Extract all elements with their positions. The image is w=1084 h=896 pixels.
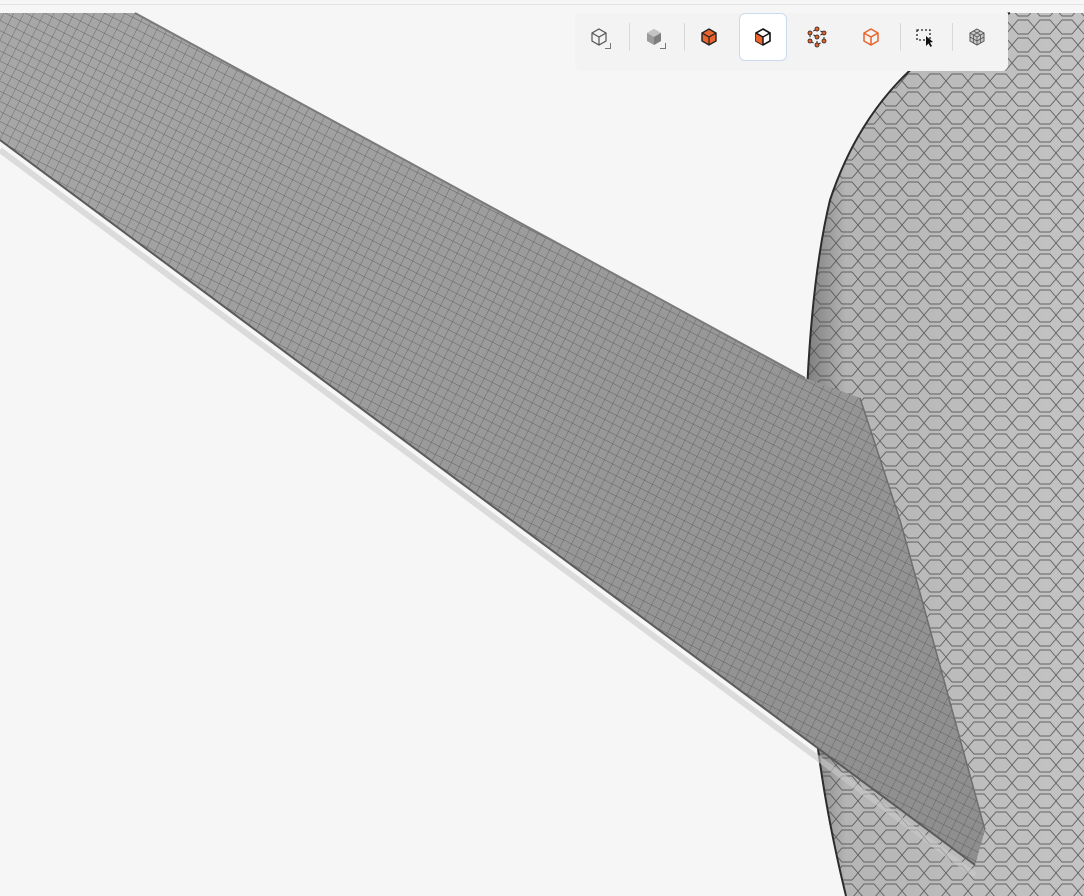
select-face-icon bbox=[752, 26, 774, 48]
select-vertex-icon bbox=[806, 26, 828, 48]
mesh-display-icon bbox=[966, 26, 988, 48]
select-solid-button[interactable] bbox=[685, 13, 733, 61]
wing-mesh bbox=[0, 12, 986, 878]
select-edge-icon bbox=[860, 26, 882, 48]
mesh-display-button[interactable] bbox=[953, 13, 1001, 61]
selection-toolbar bbox=[575, 13, 1008, 71]
3d-viewport[interactable] bbox=[0, 0, 1084, 896]
select-solid-icon bbox=[698, 26, 720, 48]
box-select-icon bbox=[914, 26, 936, 48]
view-shaded-button[interactable] bbox=[630, 13, 678, 61]
view-outline-button[interactable] bbox=[575, 13, 623, 61]
select-edge-button[interactable] bbox=[847, 13, 895, 61]
box-select-button[interactable] bbox=[901, 13, 949, 61]
select-vertex-button[interactable] bbox=[793, 13, 841, 61]
select-face-button[interactable] bbox=[739, 13, 787, 61]
